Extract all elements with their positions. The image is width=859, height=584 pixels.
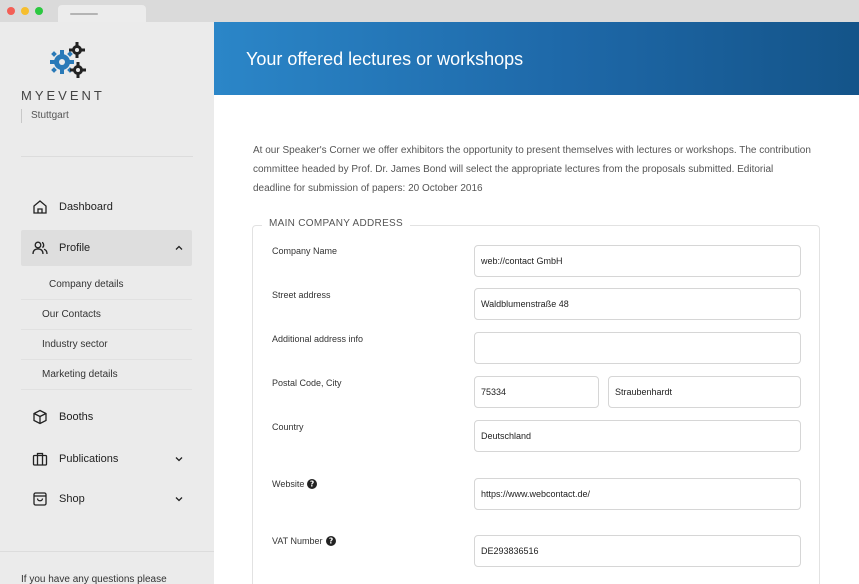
sidebar-subitem-label: Company details bbox=[49, 279, 124, 290]
maximize-window-button[interactable] bbox=[35, 7, 43, 15]
users-icon bbox=[32, 241, 48, 255]
sidebar-subitem-label: Marketing details bbox=[42, 369, 118, 380]
svg-text:?: ? bbox=[328, 537, 332, 546]
street-address-label: Street address bbox=[272, 290, 331, 300]
briefcase-icon bbox=[32, 452, 48, 466]
sidebar-subitem-industry-sector[interactable]: Industry sector bbox=[21, 330, 192, 360]
box-icon bbox=[33, 409, 47, 425]
sidebar-divider bbox=[21, 156, 193, 157]
sidebar-item-label: Booths bbox=[59, 411, 94, 423]
street-address-input[interactable] bbox=[474, 288, 801, 320]
website-input[interactable] bbox=[474, 478, 801, 510]
sidebar-item-label: Profile bbox=[59, 242, 91, 254]
postal-code-input[interactable] bbox=[474, 376, 599, 408]
browser-tab[interactable] bbox=[58, 5, 146, 22]
postal-city-label: Postal Code, City bbox=[272, 378, 342, 388]
help-question-icon[interactable]: ? bbox=[325, 536, 336, 546]
sidebar-subitem-marketing-details[interactable]: Marketing details bbox=[21, 360, 192, 390]
svg-text:?: ? bbox=[310, 480, 314, 489]
sidebar-item-label: Dashboard bbox=[59, 201, 113, 213]
country-label: Country bbox=[272, 422, 304, 432]
sidebar-item-booths[interactable]: Booths bbox=[21, 399, 192, 435]
page-header: Your offered lectures or workshops bbox=[214, 22, 859, 95]
street-address-label-text: Street address bbox=[272, 290, 331, 300]
city-input[interactable] bbox=[608, 376, 801, 408]
gears-logo-icon bbox=[50, 42, 86, 78]
vat-number-label: VAT Number ? bbox=[272, 536, 336, 546]
vat-number-input[interactable] bbox=[474, 535, 801, 567]
sidebar: MYEVENT Stuttgart Dashboard Profile Comp… bbox=[0, 22, 214, 584]
sidebar-item-label: Publications bbox=[59, 453, 119, 465]
postal-city-label-text: Postal Code, City bbox=[272, 378, 342, 388]
home-icon bbox=[33, 200, 47, 214]
page-title: Your offered lectures or workshops bbox=[246, 49, 524, 69]
sidebar-item-profile[interactable]: Profile bbox=[21, 230, 192, 266]
browser-chrome bbox=[0, 0, 859, 22]
sidebar-item-label: Shop bbox=[59, 493, 85, 505]
close-window-button[interactable] bbox=[7, 7, 15, 15]
tab-title-placeholder bbox=[70, 13, 98, 15]
sidebar-footer-divider bbox=[0, 551, 214, 552]
additional-address-label-text: Additional address info bbox=[272, 334, 364, 344]
country-input[interactable] bbox=[474, 420, 801, 452]
company-name-input[interactable] bbox=[474, 245, 801, 277]
sidebar-subitem-company-details[interactable]: Company details bbox=[21, 270, 192, 300]
sidebar-subitem-our-contacts[interactable]: Our Contacts bbox=[21, 300, 192, 330]
company-name-label: Company Name bbox=[272, 246, 337, 256]
section-legend: MAIN COMPANY ADDRESS bbox=[262, 218, 410, 229]
shopping-bag-icon bbox=[33, 492, 47, 506]
website-label-text: Website bbox=[272, 479, 305, 489]
chevron-down-icon[interactable] bbox=[174, 494, 184, 504]
sidebar-subitem-label: Our Contacts bbox=[42, 309, 101, 320]
intro-text: At our Speaker's Corner we offer exhibit… bbox=[253, 145, 811, 194]
vat-number-label-text: VAT Number bbox=[272, 536, 323, 546]
minimize-window-button[interactable] bbox=[21, 7, 29, 15]
brand-name: MYEVENT bbox=[21, 88, 105, 103]
sidebar-subitem-label: Industry sector bbox=[42, 339, 108, 350]
chevron-up-icon[interactable] bbox=[174, 243, 184, 253]
help-text: If you have any questions please bbox=[21, 574, 167, 584]
country-label-text: Country bbox=[272, 422, 304, 432]
additional-address-label: Additional address info bbox=[272, 334, 363, 344]
chevron-down-icon[interactable] bbox=[174, 454, 184, 464]
sidebar-item-publications[interactable]: Publications bbox=[21, 441, 192, 477]
event-city: Stuttgart bbox=[21, 109, 69, 123]
sidebar-item-dashboard[interactable]: Dashboard bbox=[21, 189, 192, 225]
website-label: Website ? bbox=[272, 479, 318, 489]
help-question-icon[interactable]: ? bbox=[307, 479, 318, 489]
additional-address-input[interactable] bbox=[474, 332, 801, 364]
sidebar-item-shop[interactable]: Shop bbox=[21, 481, 192, 517]
company-name-label-text: Company Name bbox=[272, 246, 338, 256]
